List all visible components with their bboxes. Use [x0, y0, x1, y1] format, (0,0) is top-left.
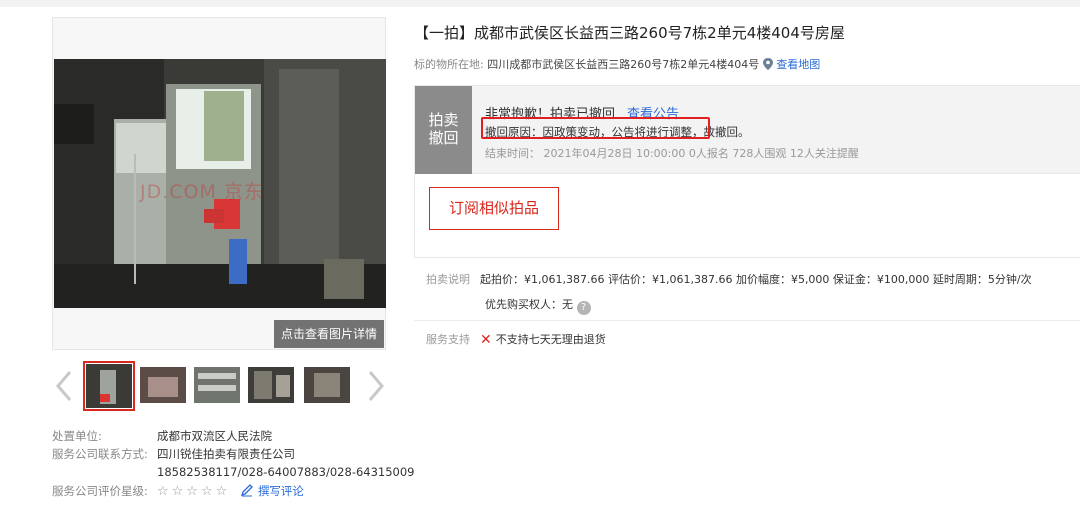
view-photo-details-button[interactable]: 点击查看图片详情 — [274, 320, 384, 348]
top-strip — [0, 0, 1080, 7]
priority-buyer-row: 优先购买权人：无 ? — [485, 296, 591, 315]
company-label: 服务公司联系方式: — [52, 447, 148, 461]
rating-label: 服务公司评价星级: — [52, 484, 148, 498]
divider — [414, 320, 1080, 321]
watermark: JD.COM 京东 — [140, 181, 264, 203]
thumbnail-strip — [52, 360, 386, 412]
main-photo[interactable]: JD.COM 京东 — [54, 59, 386, 308]
end-time-stats: 结束时间： 2021年04月28日 10:00:00 0人报名 728人围观 1… — [485, 147, 859, 160]
reason-highlight-box — [481, 117, 710, 139]
subscribe-area: 订阅相似拍品 — [414, 174, 1080, 258]
rules-label: 拍卖说明 — [426, 273, 470, 286]
thumbnail-1[interactable] — [83, 361, 135, 411]
chevron-right-icon — [368, 371, 384, 401]
status-badge-line2: 撤回 — [428, 129, 459, 147]
rating-row: 服务公司评价星级: ☆☆☆☆☆ 撰写评论 — [52, 483, 304, 499]
write-review-label: 撰写评论 — [257, 484, 304, 498]
next-thumb-arrow[interactable] — [366, 370, 386, 402]
company-phones: 18582538117/028-64007883/028-64315009 — [157, 465, 415, 479]
court-label: 处置单位: — [52, 429, 102, 443]
rules-text: 起拍价：¥1,061,387.66 评估价：¥1,061,387.66 加价幅度… — [480, 273, 1032, 286]
thumbnail-4[interactable] — [248, 367, 294, 403]
company-value: 四川锐佳拍卖有限责任公司 — [157, 447, 295, 461]
company-row: 服务公司联系方式: 四川锐佳拍卖有限责任公司 — [52, 446, 295, 462]
pencil-icon — [241, 484, 254, 497]
view-map-link[interactable]: 查看地图 — [762, 58, 821, 71]
map-pin-icon — [762, 58, 773, 70]
lot-address: 标的物所在地: 四川成都市武侯区长益西三路260号7栋2单元4楼404号 查看地… — [414, 56, 820, 72]
subscribe-similar-button[interactable]: 订阅相似拍品 — [429, 187, 559, 230]
view-map-label: 查看地图 — [776, 58, 821, 71]
main-photo-frame: JD.COM 京东 点击查看图片详情 — [52, 17, 386, 350]
service-support: 服务支持 ✕ 不支持七天无理由退货 — [426, 331, 606, 348]
status-badge-line1: 拍卖 — [428, 111, 459, 129]
service-text: 不支持七天无理由退货 — [495, 333, 606, 346]
address-value: 四川成都市武侯区长益西三路260号7栋2单元4楼404号 — [487, 58, 760, 71]
court-value: 成都市双流区人民法院 — [157, 429, 272, 443]
cross-icon: ✕ — [480, 332, 492, 348]
thumbnail-2[interactable] — [140, 367, 186, 403]
rating-stars[interactable]: ☆☆☆☆☆ — [157, 484, 230, 499]
service-label: 服务支持 — [426, 333, 470, 346]
lot-title: 【一拍】成都市武侯区长益西三路260号7栋2单元4楼404号房屋 — [414, 24, 845, 42]
court-row: 处置单位: 成都市双流区人民法院 — [52, 428, 272, 444]
phones-row: 18582538117/028-64007883/028-64315009 — [52, 465, 415, 479]
auction-rules: 拍卖说明 起拍价：¥1,061,387.66 评估价：¥1,061,387.66 … — [426, 271, 1032, 287]
thumbnail-3[interactable] — [194, 367, 240, 403]
write-review-link[interactable]: 撰写评论 — [240, 484, 304, 498]
address-label: 标的物所在地: — [414, 58, 484, 71]
prev-thumb-arrow[interactable] — [54, 370, 74, 402]
status-badge: 拍卖 撤回 — [415, 86, 472, 174]
thumbnail-5[interactable] — [304, 367, 350, 403]
priority-buyer-text: 优先购买权人：无 — [485, 298, 573, 311]
question-circle-icon[interactable]: ? — [576, 301, 591, 315]
chevron-left-icon — [56, 371, 72, 401]
